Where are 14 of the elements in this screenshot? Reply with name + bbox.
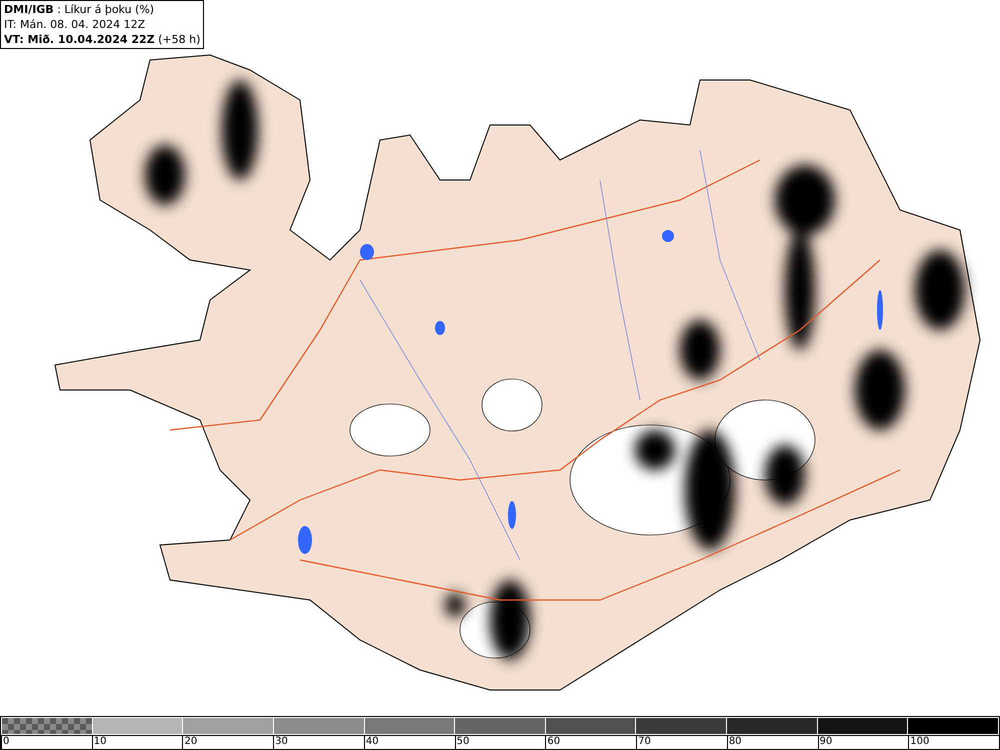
legend-label: 50 xyxy=(454,736,546,749)
legend-label: 40 xyxy=(364,736,455,749)
legend-label: 70 xyxy=(636,736,727,749)
valid-time: VT: Mið. 10.04.2024 22Z (+58 h) xyxy=(4,32,200,47)
legend-label: 60 xyxy=(545,736,636,749)
legend-label: 30 xyxy=(273,736,364,749)
map-title: DMI/IGB : Líkur á þoku (%) xyxy=(4,2,156,17)
legend-label: 0 xyxy=(1,736,92,749)
legend-label: 100 xyxy=(908,736,999,749)
legend-label: 80 xyxy=(726,736,818,749)
issue-time: IT: Mán. 08. 04. 2024 12Z xyxy=(4,17,146,32)
legend-label: 90 xyxy=(818,736,908,749)
legend-label: 20 xyxy=(182,736,274,749)
legend-label: 10 xyxy=(92,736,182,749)
